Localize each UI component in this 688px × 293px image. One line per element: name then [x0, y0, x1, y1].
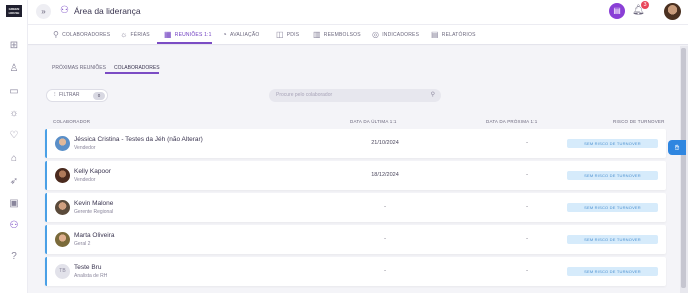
table-row[interactable]: Marta Oliveira Geral 2 - - SEM RISCO DE … [45, 225, 666, 254]
hand-icon: ✋︎ [674, 143, 680, 152]
heart-icon[interactable]: ♡ [8, 130, 20, 142]
employee-name: Teste Bru [74, 264, 102, 271]
user-avatar[interactable] [664, 3, 681, 20]
notification-badge: 3 [641, 1, 649, 9]
tab-ferias[interactable]: ☼ FÉRIAS [120, 30, 150, 44]
people-icon: ⚇ [60, 5, 69, 16]
active-subtab-indicator [105, 72, 159, 74]
briefcase-icon[interactable]: ▣ [8, 198, 20, 210]
tab-reembolsos[interactable]: ▥ REEMBOLSOS [313, 30, 361, 44]
wallet-icon: ▥ [313, 30, 321, 39]
table-row[interactable]: Jéssica Cristina - Testes da Jéh (não Al… [45, 129, 666, 158]
employee-role: Vendedor [74, 145, 96, 151]
employee-name: Jéssica Cristina - Testes da Jéh (não Al… [74, 136, 203, 143]
scrollbar-thumb[interactable] [681, 48, 686, 288]
next-meeting-date: - [526, 268, 528, 274]
table-row[interactable]: Kelly Kapoor Vendedor 18/12/2024 - SEM R… [45, 161, 666, 190]
status-badge: SEM RISCO DE TURNOVER [567, 235, 658, 244]
id-card-icon[interactable]: ▭ [8, 86, 20, 98]
column-header-proxima[interactable]: DATA DA PRÓXIMA 1:1 [486, 119, 537, 124]
employee-name: Kevin Malone [74, 200, 114, 207]
avatar [55, 136, 70, 151]
last-meeting-date: 18/12/2024 [371, 172, 399, 178]
page-title: Área da liderança [74, 6, 141, 16]
employee-role: Vendedor [74, 177, 96, 183]
tab-avaliacao[interactable]: ◔ AVALIAÇÃO [222, 30, 259, 44]
gauge-icon: ◔ [222, 30, 228, 39]
subtab-colaboradores[interactable]: COLABORADORES [114, 65, 160, 71]
active-tab-indicator [157, 42, 212, 44]
main-nav: ⚲ COLABORADORES ☼ FÉRIAS ▦ REUNIÕES 1:1 ◔ AV… [28, 24, 688, 45]
last-meeting-date: - [384, 204, 386, 210]
chart-icon: ◫ [276, 30, 284, 39]
search-icon: ⚲ [430, 92, 435, 98]
employee-role: Gerente Regional [74, 209, 114, 215]
bag-icon[interactable]: ⌂ [8, 153, 20, 165]
app-logo[interactable]: GREEN HOUSE [6, 5, 22, 17]
status-badge: SEM RISCO DE TURNOVER [567, 267, 658, 276]
status-badge: SEM RISCO DE TURNOVER [567, 139, 658, 148]
sun-icon: ☼ [120, 30, 128, 39]
chat-icon: ▤ [613, 6, 621, 15]
subtab-proximas-reunioes[interactable]: PRÓXIMAS REUNIÕES [52, 65, 106, 71]
column-header-ultima[interactable]: DATA DA ÚLTIMA 1:1 [350, 119, 397, 124]
status-badge: SEM RISCO DE TURNOVER [567, 203, 658, 212]
tab-pdis[interactable]: ◫ PDIS [276, 30, 299, 44]
sun-icon[interactable]: ☼ [8, 108, 20, 120]
main-content: PRÓXIMAS REUNIÕES COLABORADORES ⫶ FILTRA… [28, 46, 680, 293]
indicator-icon: ◎ [372, 30, 380, 39]
help-icon[interactable]: ? [8, 251, 20, 263]
employee-role: Geral 2 [74, 241, 91, 247]
filter-icon: ⫶ [54, 92, 56, 98]
last-meeting-date: 21/10/2024 [371, 140, 399, 146]
next-meeting-date: - [526, 236, 528, 242]
next-meeting-date: - [526, 140, 528, 146]
people-icon[interactable]: ⚇ [8, 220, 20, 232]
next-meeting-date: - [526, 204, 528, 210]
chat-button[interactable]: ▤ [609, 3, 625, 19]
tab-indicadores[interactable]: ◎ INDICADORES [372, 30, 419, 44]
filter-button[interactable]: ⫶ FILTRAR 0 [46, 89, 108, 102]
table-row[interactable]: Kevin Malone Gerente Regional - - SEM RI… [45, 193, 666, 222]
person-search-icon: ⚲ [53, 30, 60, 39]
employee-name: Kelly Kapoor [74, 168, 111, 175]
dashboard-icon[interactable]: ⊞ [8, 40, 20, 52]
tab-colaboradores[interactable]: ⚲ COLABORADORES [53, 30, 110, 44]
avatar: TB [55, 264, 70, 279]
collapse-sidebar-button[interactable]: » [36, 4, 51, 19]
tab-relatorios[interactable]: ▤ RELATÓRIOS [431, 30, 476, 44]
last-meeting-date: - [384, 268, 386, 274]
filter-count: 0 [93, 91, 105, 100]
table-row[interactable]: TB Teste Bru Analista de RH - - SEM RISC… [45, 257, 666, 286]
user-icon[interactable]: ♙ [8, 63, 20, 75]
next-meeting-date: - [526, 172, 528, 178]
employee-role: Analista de RH [74, 273, 108, 279]
avatar [55, 200, 70, 215]
column-header-colaborador[interactable]: COLABORADOR [53, 119, 90, 124]
sidebar: GREEN HOUSE ⊞ ♙ ▭ ☼ ♡ ⌂ ➶ ▣ ⚇ ? [0, 0, 28, 293]
accessibility-button[interactable]: ✋︎ [668, 140, 686, 155]
top-bar: » ⚇ Área da liderança ▤ 🔔︎ 3 [28, 0, 688, 24]
avatar [55, 232, 70, 247]
search-input[interactable]: Procure pelo colaborador ⚲ [269, 89, 441, 102]
last-meeting-date: - [384, 236, 386, 242]
status-badge: SEM RISCO DE TURNOVER [567, 171, 658, 180]
employee-name: Marta Oliveira [74, 232, 115, 239]
rocket-icon[interactable]: ➶ [8, 176, 20, 188]
avatar [55, 168, 70, 183]
report-icon: ▤ [431, 30, 439, 39]
calendar-icon: ▦ [164, 30, 172, 39]
column-header-risco[interactable]: RISCO DE TURNOVER [613, 119, 665, 124]
